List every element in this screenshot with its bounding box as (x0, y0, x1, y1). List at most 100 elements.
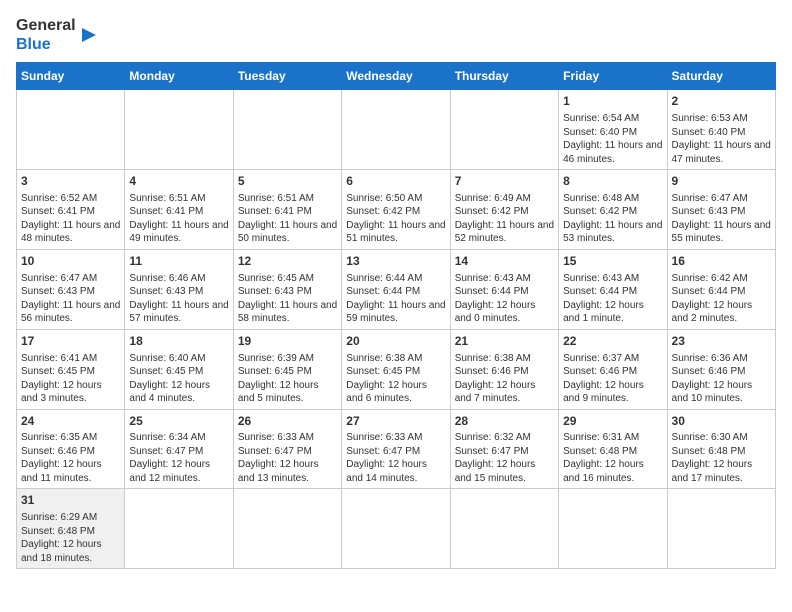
day-number: 29 (563, 413, 662, 430)
day-number: 28 (455, 413, 554, 430)
day-number: 9 (672, 173, 771, 190)
day-info: Sunrise: 6:30 AM Sunset: 6:48 PM Dayligh… (672, 431, 771, 485)
day-number: 11 (129, 253, 228, 270)
calendar-cell: 21 Sunrise: 6:38 AM Sunset: 6:46 PM Dayli… (450, 329, 558, 409)
calendar-cell: 28Sunrise: 6:32 AM Sunset: 6:47 PM Dayli… (450, 409, 558, 489)
day-number: 3 (21, 173, 120, 190)
weekday-header-wednesday: Wednesday (342, 63, 450, 90)
calendar-cell: 5 Sunrise: 6:51 AM Sunset: 6:41 PM Daylig… (233, 170, 341, 250)
day-number: 5 (238, 173, 337, 190)
day-info: Sunrise: 6:47 AM Sunset: 6:43 PM Dayligh… (21, 272, 120, 326)
calendar-cell: 2Sunrise: 6:53 AM Sunset: 6:40 PM Daylig… (667, 90, 775, 170)
day-number: 31 (21, 492, 120, 509)
day-info: Sunrise: 6:50 AM Sunset: 6:42 PM Dayligh… (346, 192, 445, 246)
day-info: Sunrise: 6:31 AM Sunset: 6:48 PM Dayligh… (563, 431, 662, 485)
calendar-cell: 25Sunrise: 6:34 AM Sunset: 6:47 PM Dayli… (125, 409, 233, 489)
day-info: Sunrise: 6:35 AM Sunset: 6:46 PM Dayligh… (21, 431, 120, 485)
calendar-cell (233, 489, 341, 569)
calendar-week-row: 10 Sunrise: 6:47 AM Sunset: 6:43 PM Dayli… (17, 249, 776, 329)
calendar-cell (667, 489, 775, 569)
calendar-cell: 30Sunrise: 6:30 AM Sunset: 6:48 PM Dayli… (667, 409, 775, 489)
day-info: Sunrise: 6:46 AM Sunset: 6:43 PM Dayligh… (129, 272, 228, 326)
logo-text: General Blue (16, 16, 76, 54)
calendar-cell: 19 Sunrise: 6:39 AM Sunset: 6:45 PM Dayli… (233, 329, 341, 409)
day-info: Sunrise: 6:41 AM Sunset: 6:45 PM Dayligh… (21, 352, 120, 406)
calendar-week-row: 3 Sunrise: 6:52 AM Sunset: 6:41 PM Daylig… (17, 170, 776, 250)
day-info: Sunrise: 6:54 AM Sunset: 6:40 PM Dayligh… (563, 112, 662, 166)
calendar-cell: 16 Sunrise: 6:42 AM Sunset: 6:44 PM Dayli… (667, 249, 775, 329)
calendar-cell: 15 Sunrise: 6:43 AM Sunset: 6:44 PM Dayli… (559, 249, 667, 329)
day-info: Sunrise: 6:32 AM Sunset: 6:47 PM Dayligh… (455, 431, 554, 485)
calendar-cell: 3 Sunrise: 6:52 AM Sunset: 6:41 PM Daylig… (17, 170, 125, 250)
calendar-cell (233, 90, 341, 170)
calendar-cell: 8 Sunrise: 6:48 AM Sunset: 6:42 PM Daylig… (559, 170, 667, 250)
day-info: Sunrise: 6:43 AM Sunset: 6:44 PM Dayligh… (563, 272, 662, 326)
day-number: 27 (346, 413, 445, 430)
calendar-cell (125, 90, 233, 170)
day-number: 4 (129, 173, 228, 190)
calendar-week-row: 24Sunrise: 6:35 AM Sunset: 6:46 PM Dayli… (17, 409, 776, 489)
logo-arrow-icon (78, 24, 100, 46)
day-info: Sunrise: 6:38 AM Sunset: 6:46 PM Dayligh… (455, 352, 554, 406)
weekday-header-monday: Monday (125, 63, 233, 90)
calendar-cell: 11 Sunrise: 6:46 AM Sunset: 6:43 PM Dayli… (125, 249, 233, 329)
day-number: 19 (238, 333, 337, 350)
calendar-cell: 14 Sunrise: 6:43 AM Sunset: 6:44 PM Dayli… (450, 249, 558, 329)
day-info: Sunrise: 6:49 AM Sunset: 6:42 PM Dayligh… (455, 192, 554, 246)
day-number: 21 (455, 333, 554, 350)
day-number: 15 (563, 253, 662, 270)
day-info: Sunrise: 6:43 AM Sunset: 6:44 PM Dayligh… (455, 272, 554, 326)
day-number: 7 (455, 173, 554, 190)
logo-blue: Blue (16, 36, 51, 53)
calendar-cell: 20Sunrise: 6:38 AM Sunset: 6:45 PM Dayli… (342, 329, 450, 409)
weekday-header-sunday: Sunday (17, 63, 125, 90)
calendar-table: SundayMondayTuesdayWednesdayThursdayFrid… (16, 62, 776, 569)
weekday-header-friday: Friday (559, 63, 667, 90)
day-info: Sunrise: 6:37 AM Sunset: 6:46 PM Dayligh… (563, 352, 662, 406)
day-number: 17 (21, 333, 120, 350)
calendar-cell: 24Sunrise: 6:35 AM Sunset: 6:46 PM Dayli… (17, 409, 125, 489)
calendar-cell: 1 Sunrise: 6:54 AM Sunset: 6:40 PM Daylig… (559, 90, 667, 170)
weekday-header-thursday: Thursday (450, 63, 558, 90)
day-info: Sunrise: 6:51 AM Sunset: 6:41 PM Dayligh… (238, 192, 337, 246)
day-number: 10 (21, 253, 120, 270)
day-info: Sunrise: 6:33 AM Sunset: 6:47 PM Dayligh… (238, 431, 337, 485)
day-info: Sunrise: 6:44 AM Sunset: 6:44 PM Dayligh… (346, 272, 445, 326)
day-number: 14 (455, 253, 554, 270)
calendar-cell: 12Sunrise: 6:45 AM Sunset: 6:43 PM Dayli… (233, 249, 341, 329)
calendar-cell: 13Sunrise: 6:44 AM Sunset: 6:44 PM Dayli… (342, 249, 450, 329)
day-info: Sunrise: 6:29 AM Sunset: 6:48 PM Dayligh… (21, 511, 120, 565)
calendar-cell (342, 90, 450, 170)
calendar-header: General Blue (16, 16, 776, 54)
calendar-cell: 4 Sunrise: 6:51 AM Sunset: 6:41 PM Daylig… (125, 170, 233, 250)
day-info: Sunrise: 6:42 AM Sunset: 6:44 PM Dayligh… (672, 272, 771, 326)
calendar-cell: 26Sunrise: 6:33 AM Sunset: 6:47 PM Dayli… (233, 409, 341, 489)
day-info: Sunrise: 6:52 AM Sunset: 6:41 PM Dayligh… (21, 192, 120, 246)
day-info: Sunrise: 6:39 AM Sunset: 6:45 PM Dayligh… (238, 352, 337, 406)
calendar-cell: 29Sunrise: 6:31 AM Sunset: 6:48 PM Dayli… (559, 409, 667, 489)
day-info: Sunrise: 6:45 AM Sunset: 6:43 PM Dayligh… (238, 272, 337, 326)
calendar-cell (125, 489, 233, 569)
calendar-cell: 18Sunrise: 6:40 AM Sunset: 6:45 PM Dayli… (125, 329, 233, 409)
calendar-cell: 6Sunrise: 6:50 AM Sunset: 6:42 PM Daylig… (342, 170, 450, 250)
day-number: 8 (563, 173, 662, 190)
day-info: Sunrise: 6:51 AM Sunset: 6:41 PM Dayligh… (129, 192, 228, 246)
day-info: Sunrise: 6:34 AM Sunset: 6:47 PM Dayligh… (129, 431, 228, 485)
day-number: 1 (563, 93, 662, 110)
calendar-week-row: 1 Sunrise: 6:54 AM Sunset: 6:40 PM Daylig… (17, 90, 776, 170)
calendar-cell: 17 Sunrise: 6:41 AM Sunset: 6:45 PM Dayli… (17, 329, 125, 409)
day-info: Sunrise: 6:48 AM Sunset: 6:42 PM Dayligh… (563, 192, 662, 246)
calendar-cell (450, 90, 558, 170)
day-number: 22 (563, 333, 662, 350)
calendar-cell: 31 Sunrise: 6:29 AM Sunset: 6:48 PM Dayli… (17, 489, 125, 569)
logo: General Blue (16, 16, 100, 54)
day-info: Sunrise: 6:33 AM Sunset: 6:47 PM Dayligh… (346, 431, 445, 485)
day-number: 16 (672, 253, 771, 270)
weekday-header-row: SundayMondayTuesdayWednesdayThursdayFrid… (17, 63, 776, 90)
calendar-cell (450, 489, 558, 569)
day-info: Sunrise: 6:38 AM Sunset: 6:45 PM Dayligh… (346, 352, 445, 406)
calendar-cell: 9Sunrise: 6:47 AM Sunset: 6:43 PM Daylig… (667, 170, 775, 250)
calendar-week-row: 31 Sunrise: 6:29 AM Sunset: 6:48 PM Dayli… (17, 489, 776, 569)
calendar-cell (342, 489, 450, 569)
calendar-cell (559, 489, 667, 569)
